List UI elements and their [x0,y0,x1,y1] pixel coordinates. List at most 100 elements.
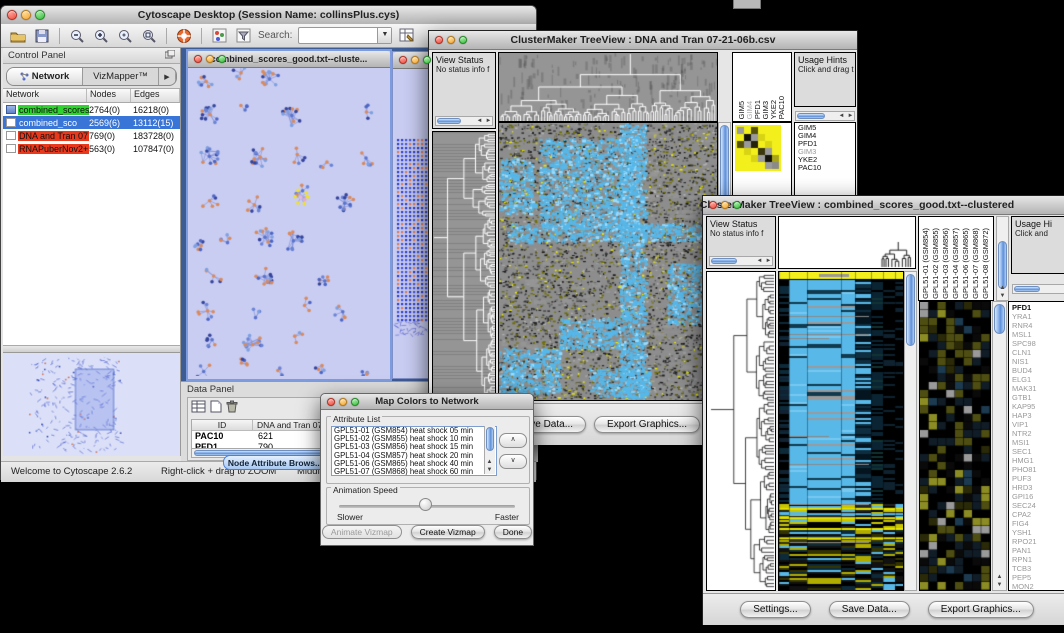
column-dendrogram-canvas[interactable] [779,217,915,268]
dialog-button[interactable]: Animate Vizmap [322,525,402,539]
gene-item[interactable]: NTR2 [1012,429,1064,438]
zoom-window-icon[interactable] [35,10,45,20]
close-icon[interactable] [7,10,17,20]
dialog-titlebar[interactable]: Map Colors to Network [321,394,533,410]
dialog-button[interactable]: Create Vizmap [411,525,485,539]
tab-vizmapper[interactable]: VizMapper™ [83,68,159,85]
select-attributes-icon[interactable] [191,400,206,418]
gene-item[interactable]: PUF3 [1012,474,1064,483]
scroll-up-icon[interactable]: ▲ [995,574,1004,581]
genelist-hscrollbar[interactable] [1012,284,1064,294]
gene-item[interactable]: SPC98 [1012,339,1064,348]
gene-item[interactable]: VIP1 [1012,420,1064,429]
close-icon[interactable] [399,56,407,64]
scroll-left-icon[interactable]: ◄ [837,113,846,120]
gene-item[interactable]: SEC1 [1012,447,1064,456]
column-labels-vscrollbar[interactable]: ▲ ▼ [996,216,1009,301]
column-label[interactable]: GPL51-02 (GSM855) [932,228,940,299]
network-window-1-titlebar[interactable]: combined_scores_good.txt--cluste... [188,51,390,68]
network-overview-thumbnail[interactable] [3,352,180,456]
zoom-selected-icon[interactable] [116,27,134,45]
zoom-window-icon[interactable] [733,201,741,209]
column-label[interactable]: PAC10 [778,96,786,119]
close-icon[interactable] [709,201,717,209]
column-label[interactable]: GPL51-08 (GSM872) [982,228,990,299]
slider-thumb[interactable] [419,498,432,511]
column-labels-panel[interactable]: GPL51-01 (GSM854)GPL51-02 (GSM855)GPL51-… [918,216,994,301]
zoom-window-icon[interactable] [459,36,467,44]
scroll-right-icon[interactable]: ► [484,118,493,125]
hscrollbar-thumb[interactable] [1014,286,1040,292]
column-label[interactable]: GPL51-04 (GSM857) [952,228,960,299]
zoom-window-icon[interactable] [423,56,431,64]
column-header-id[interactable]: ID [192,420,253,430]
attribute-list-vscrollbar[interactable]: ▲ ▼ [484,426,495,474]
summary-heatmap-canvas[interactable] [735,125,781,171]
column-dendrogram-canvas[interactable] [499,53,717,121]
gene-item[interactable]: KAP95 [1012,402,1064,411]
column-dendrogram-panel[interactable] [778,216,916,269]
gene-item[interactable]: MAK31 [1012,384,1064,393]
gene-item[interactable]: PAN1 [1012,546,1064,555]
gene-item[interactable]: HRD3 [1012,483,1064,492]
zoom-out-icon[interactable] [68,27,86,45]
close-icon[interactable] [327,398,335,406]
heatmap-canvas[interactable] [779,272,903,590]
gene-item[interactable]: ELG1 [1012,375,1064,384]
zoom-heatmap-panel[interactable] [919,301,991,591]
gene-item[interactable]: NIS1 [1012,357,1064,366]
gene-item[interactable]: PHO81 [1012,465,1064,474]
column-label[interactable]: GPL51-03 (GSM856) [942,228,950,299]
gene-list-panel[interactable]: PFD1YRA1RNR4MSL1SPC98CLN1NIS1BUD4ELG1MAK… [1008,301,1064,591]
network-row[interactable]: combined_sco 2569(6) 13112(15) [3,116,180,129]
treeview-button[interactable]: Save Data... [829,601,910,618]
view-status-hscrollbar[interactable]: ◄ ► [709,256,773,266]
gene-item[interactable]: RPN1 [1012,555,1064,564]
vscrollbar-thumb[interactable] [994,304,1005,334]
tab-network[interactable]: Network [7,68,83,85]
gene-item[interactable]: PFD1 [1012,303,1064,312]
genelist-hscrollbar[interactable]: ◄ ► [795,111,855,121]
scroll-down-icon[interactable]: ▼ [995,582,1004,589]
row-dendrogram-panel[interactable] [706,271,776,591]
vscrollbar-thumb[interactable] [486,427,494,451]
zoom-fit-icon[interactable] [140,27,158,45]
minimize-icon[interactable] [206,55,214,63]
heatmap-canvas[interactable] [499,123,717,400]
node-attribute-browser-tab[interactable]: Node Attribute Brows... [223,455,327,470]
vscrollbar-thumb[interactable] [998,241,1007,289]
dialog-button[interactable]: Done [494,525,532,539]
view-status-hscrollbar[interactable]: ◄ ► [435,116,493,126]
treeview2-titlebar[interactable]: ClusterMaker TreeView : combined_scores_… [703,196,1064,215]
heatmap-panel[interactable] [778,271,904,591]
gene-item[interactable]: FIG4 [1012,519,1064,528]
heatmap-panel[interactable] [498,122,718,401]
column-dendrogram-panel[interactable] [498,52,718,122]
vscrollbar-thumb[interactable] [906,274,915,346]
gene-item[interactable]: BUD4 [1012,366,1064,375]
gene-item[interactable]: HAP3 [1012,411,1064,420]
more-tabs-button[interactable]: ▶ [159,68,176,85]
scroll-right-icon[interactable]: ► [764,258,773,265]
close-icon[interactable] [194,55,202,63]
close-icon[interactable] [435,36,443,44]
move-up-button[interactable]: ∧ [499,433,527,448]
gene-item[interactable]: HMG1 [1012,456,1064,465]
column-label[interactable]: GPL51-07 (GSM868) [972,228,980,299]
gene-item[interactable]: CLN1 [1012,348,1064,357]
main-titlebar[interactable]: Cytoscape Desktop (Session Name: collins… [1,6,536,25]
gene-item[interactable]: TCB3 [1012,564,1064,573]
gene-item[interactable]: GTB1 [1012,393,1064,402]
gene-item[interactable]: MON2 [1012,582,1064,591]
new-attribute-icon[interactable] [210,400,222,418]
open-file-icon[interactable] [9,27,27,45]
row-dendrogram-canvas[interactable] [433,132,495,400]
delete-attribute-icon[interactable] [226,400,238,418]
scroll-up-icon[interactable]: ▲ [485,459,494,466]
hscrollbar-thumb[interactable] [711,258,737,264]
attribute-item[interactable]: GPL51-07 (GSM868) heat shock 60 min [332,468,496,476]
column-label[interactable]: GPL51-01 (GSM854) [922,228,930,299]
help-lifesaver-icon[interactable] [175,27,193,45]
minimize-icon[interactable] [411,56,419,64]
gene-item[interactable]: PEP5 [1012,573,1064,582]
